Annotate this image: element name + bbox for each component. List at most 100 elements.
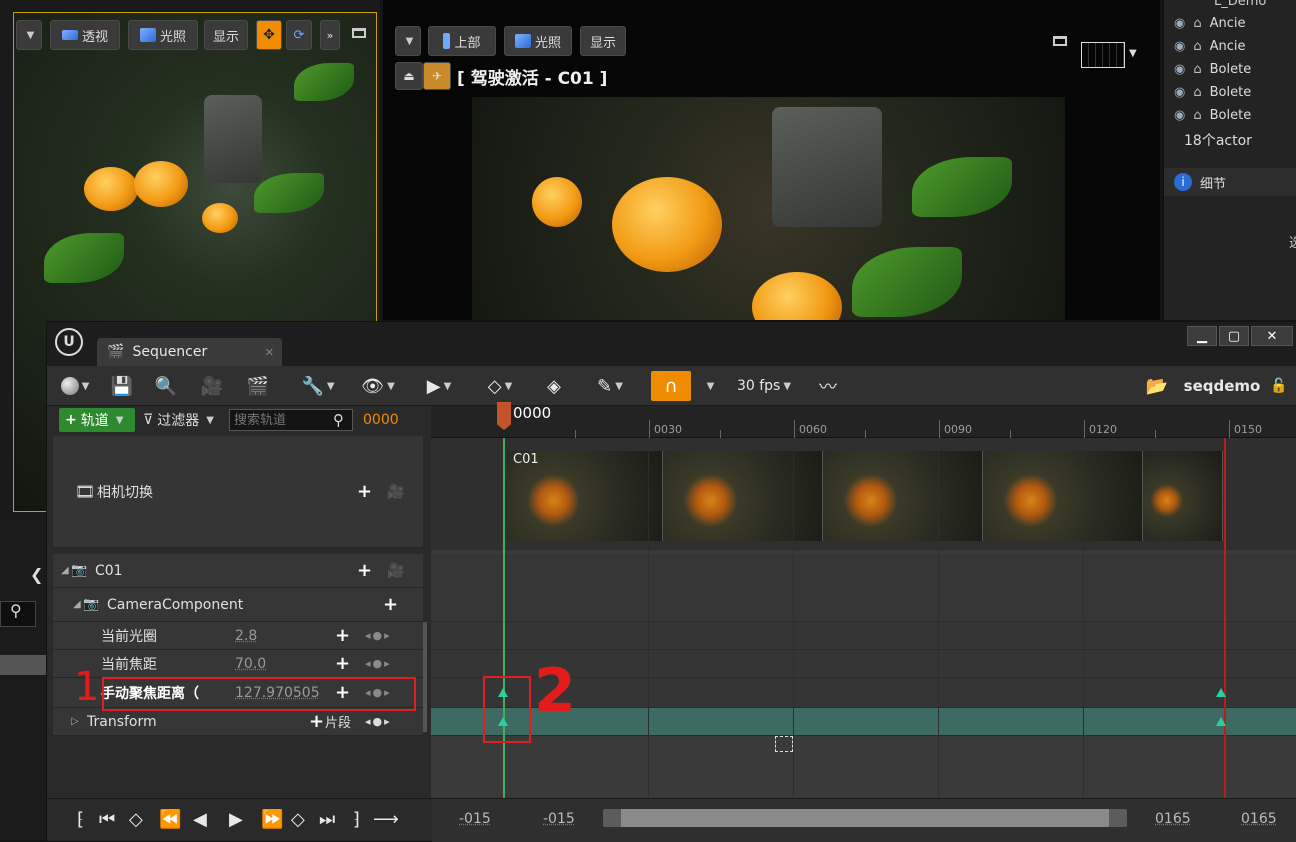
search-icon[interactable]: ⚲ <box>10 601 22 620</box>
prev-frame-keyed-icon[interactable]: ◇ <box>129 809 143 830</box>
section-marker-icon[interactable] <box>775 736 793 752</box>
find-icon[interactable]: 🔍 <box>151 371 181 401</box>
add-key-icon[interactable]: + <box>335 653 350 674</box>
add-track-button[interactable]: + 轨道 ▼ <box>59 408 135 432</box>
view-eye-icon[interactable]: 👁 ▼ <box>351 371 405 401</box>
key-nav-icon[interactable]: ◂●▸ <box>365 715 392 728</box>
folder-icon[interactable]: 📂 <box>1145 371 1169 401</box>
view-end[interactable]: 0165 <box>1241 811 1277 827</box>
loop-icon[interactable]: ⟶ <box>373 809 399 830</box>
camera-icon[interactable]: 🎥 <box>195 371 229 401</box>
world-icon[interactable]: ▼ <box>57 371 93 401</box>
viewport-menu-button[interactable]: ▼ <box>395 26 421 56</box>
key-nav-icon[interactable]: ◂●▸ <box>365 629 392 642</box>
add-icon[interactable]: + <box>357 481 372 502</box>
close-button[interactable]: ✕ <box>1251 326 1293 346</box>
maximize-button[interactable]: ▢ <box>1219 326 1249 346</box>
viewport-scene-pilot[interactable] <box>472 97 1065 320</box>
sequence-name[interactable]: seqdemo <box>1177 371 1267 401</box>
list-item[interactable]: ◉ ⌂ Ancie <box>1164 12 1296 35</box>
curve-editor-icon[interactable]: 〰 <box>811 371 845 401</box>
collapse-arrow-icon[interactable]: ◢ <box>61 565 69 576</box>
visibility-eye-icon[interactable]: ◉ <box>1174 85 1185 100</box>
layout-grid-icon[interactable] <box>1081 42 1125 68</box>
focal-value[interactable]: 70.0 <box>235 656 266 672</box>
add-key-icon[interactable]: + <box>335 625 350 646</box>
render-movie-icon[interactable]: 🎬 <box>241 371 275 401</box>
play-start[interactable]: -015 <box>543 811 575 827</box>
play-end[interactable]: 0165 <box>1155 811 1191 827</box>
camera-clip-thumbnail[interactable] <box>983 451 1143 541</box>
camera-clip-thumbnail[interactable] <box>663 451 823 541</box>
next-key-icon[interactable]: ◇ <box>291 809 305 830</box>
fps-dropdown[interactable]: 30 fps ▼ <box>735 371 793 401</box>
current-frame[interactable]: 0000 <box>363 412 399 428</box>
translate-icon[interactable]: ✥ <box>256 20 282 50</box>
add-icon[interactable]: + <box>309 711 324 732</box>
key-diamond-icon[interactable]: ◇ ▼ <box>477 371 523 401</box>
camera-icon[interactable]: 🎥 <box>387 563 404 579</box>
list-item[interactable]: ◉ ⌂ Bolete <box>1164 81 1296 104</box>
time-ruler[interactable]: 0030 0060 0090 0120 0150 <box>431 406 1296 438</box>
back-icon[interactable]: ❮ <box>30 565 43 584</box>
step-forward-icon[interactable]: ⏩ <box>261 809 283 830</box>
maximize-icon[interactable] <box>352 28 366 38</box>
track-focal-length[interactable]: 当前焦距 70.0 + ◂●▸ <box>53 650 423 678</box>
filter-button[interactable]: ⊽ 过滤器 ▼ <box>143 410 214 430</box>
pilot-camera-icon[interactable]: ✈ <box>423 62 451 90</box>
visibility-eye-icon[interactable]: ◉ <box>1174 108 1185 123</box>
key-tag-icon[interactable]: ◈ <box>537 371 571 401</box>
jump-end-icon[interactable]: ⁆ <box>353 809 360 830</box>
search-icon[interactable]: ⚲ <box>333 411 344 429</box>
playhead-handle[interactable] <box>497 402 511 430</box>
save-icon[interactable]: 💾 <box>107 371 137 401</box>
minimize-button[interactable]: ▁ <box>1187 326 1217 346</box>
maximize-icon[interactable] <box>1053 36 1067 46</box>
camera-icon[interactable]: 🎥 <box>387 484 404 500</box>
viewport-menu-button[interactable]: ▼ <box>16 20 42 50</box>
snap-magnet-icon[interactable]: ∩ <box>651 371 691 401</box>
settings-wrench-icon[interactable]: 🔧 ▼ <box>293 371 343 401</box>
view-start[interactable]: -015 <box>459 811 491 827</box>
list-item[interactable] <box>0 655 46 675</box>
prev-key-icon[interactable]: ⏮ <box>99 809 115 830</box>
playhead-line[interactable] <box>503 438 505 798</box>
outliner-root-label[interactable]: L_Demo <box>1214 0 1266 9</box>
section-label[interactable]: 片段 <box>325 712 351 731</box>
lighting-button[interactable]: 光照 <box>128 20 198 50</box>
key-nav-icon[interactable]: ◂●▸ <box>365 657 392 670</box>
timeline-area[interactable]: 0030 0060 0090 0120 0150 0000 C01 <box>431 402 1296 798</box>
scrollbar[interactable] <box>423 622 427 732</box>
visibility-eye-icon[interactable]: ◉ <box>1174 16 1185 31</box>
track-camera-component[interactable]: ◢ 📷 CameraComponent + <box>53 588 423 622</box>
top-viewport[interactable]: ▼ 上部 光照 显示 ⏏ ✈ [ 驾驶激活 - C01 ] ▼ <box>383 0 1160 320</box>
show-button[interactable]: 显示 <box>204 20 248 50</box>
jump-start-icon[interactable]: ⁅ <box>77 809 84 830</box>
expand-arrow-icon[interactable]: ▷ <box>71 716 79 727</box>
show-button[interactable]: 显示 <box>580 26 626 56</box>
camera-clip-thumbnail[interactable] <box>1143 451 1223 541</box>
track-search-field[interactable] <box>230 410 330 430</box>
lock-icon[interactable]: 🔓 <box>1269 371 1289 401</box>
perspective-button[interactable]: 透视 <box>50 20 120 50</box>
list-item[interactable]: ◉ ⌂ Ancie <box>1164 35 1296 58</box>
lighting-button[interactable]: 光照 <box>504 26 572 56</box>
scrollbar-thumb[interactable] <box>621 809 1109 827</box>
step-back-icon[interactable]: ⏪ <box>159 809 181 830</box>
more-icon[interactable]: » <box>320 20 340 50</box>
add-icon[interactable]: + <box>357 560 372 581</box>
snap-dropdown-icon[interactable]: ▼ <box>697 371 721 401</box>
list-item[interactable]: ◉ ⌂ Bolete <box>1164 58 1296 81</box>
next-end-icon[interactable]: ⏭ <box>319 809 335 830</box>
tab-sequencer[interactable]: 🎬 Sequencer ✕ <box>97 338 282 366</box>
keyframe-marker[interactable] <box>1216 717 1226 726</box>
visibility-eye-icon[interactable]: ◉ <box>1174 62 1185 77</box>
list-item[interactable]: ◉ ⌂ Bolete <box>1164 104 1296 127</box>
track-c01[interactable]: ◢ 📷 C01 + 🎥 <box>53 554 423 588</box>
play-icon[interactable]: ▶ <box>229 809 243 830</box>
track-transform[interactable]: ▷ Transform + 片段 ◂●▸ <box>53 708 423 736</box>
aperture-value[interactable]: 2.8 <box>235 628 257 644</box>
end-marker-line[interactable] <box>1224 438 1226 798</box>
add-icon[interactable]: + <box>383 594 398 615</box>
close-tab-icon[interactable]: ✕ <box>265 346 274 359</box>
